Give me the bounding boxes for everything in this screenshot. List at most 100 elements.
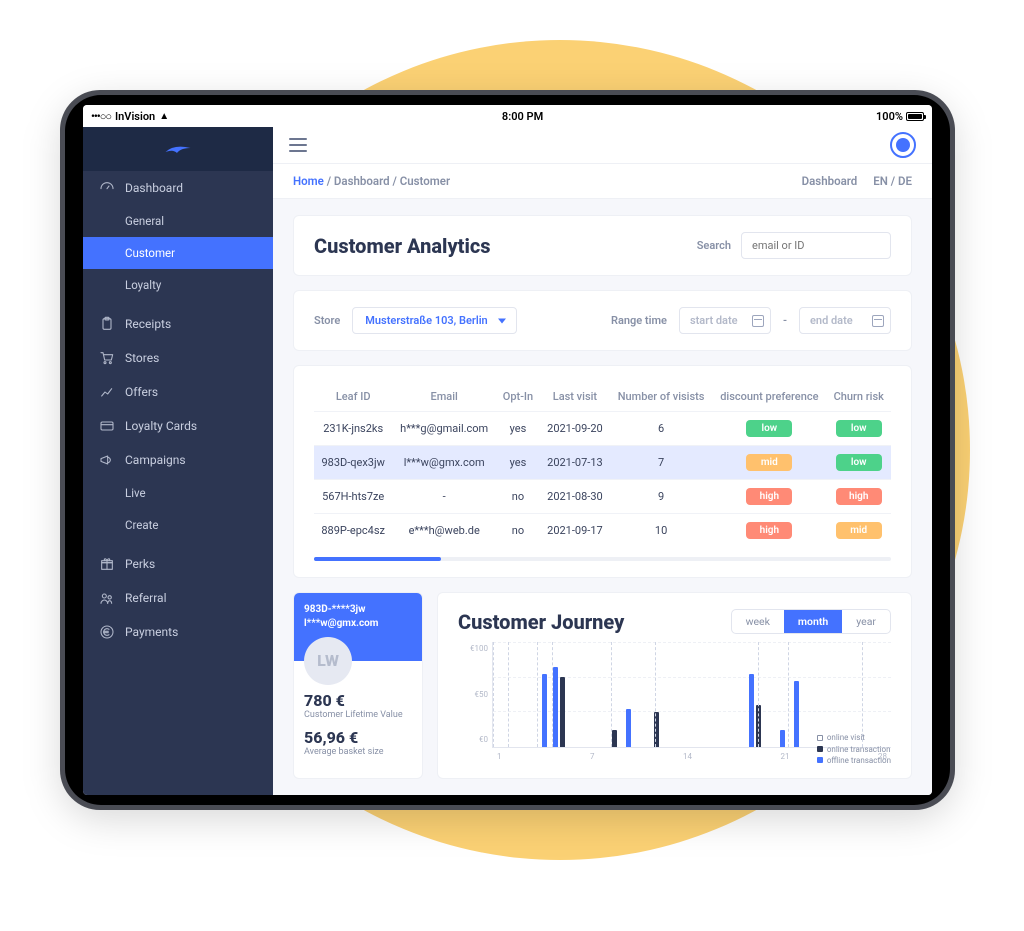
sidebar-item-loyalty-cards[interactable]: Loyalty Cards	[83, 409, 273, 443]
toggle-week[interactable]: week	[732, 610, 784, 633]
sidebar-item-customer[interactable]: Customer	[83, 237, 273, 269]
x-tick: 7	[590, 752, 595, 761]
chart-day	[861, 642, 873, 747]
table-row[interactable]: 983D-qex3jwl***w@gmx.comyes2021-07-137mi…	[314, 446, 891, 480]
menu-toggle-button[interactable]	[289, 138, 307, 152]
chart-day	[525, 642, 537, 747]
battery-label: 100%	[876, 110, 903, 123]
chart-day	[623, 642, 635, 747]
cell-last: 2021-09-20	[540, 412, 610, 446]
journey-chart: €100€50€0 17142128 online visit online	[458, 642, 891, 762]
chart-day	[735, 642, 747, 747]
discount-badge: high	[746, 488, 792, 505]
sidebar-item-label: Receipts	[125, 317, 171, 331]
clock-label: 8:00 PM	[502, 110, 543, 123]
filter-card: Store Musterstraße 103, Berlin Range tim…	[293, 290, 912, 351]
column-header[interactable]: Leaf ID	[314, 382, 392, 412]
discount-badge: high	[746, 522, 792, 539]
chart-day	[875, 642, 887, 747]
visit-marker	[862, 642, 863, 747]
device-statusbar: •••○○ InVision ▲ 8:00 PM 100%	[83, 105, 932, 127]
horizontal-scrollbar[interactable]	[314, 557, 891, 561]
chart-day	[819, 642, 831, 747]
table-row[interactable]: 567H-hts7ze-no2021-08-309highhigh	[314, 480, 891, 514]
sidebar-item-payments[interactable]: Payments	[83, 615, 273, 649]
sidebar: DashboardGeneralCustomerLoyalty Receipts S…	[83, 127, 273, 795]
y-tick: €100	[458, 644, 488, 653]
sidebar-item-live[interactable]: Live	[83, 477, 273, 509]
cell-optin: no	[496, 480, 540, 514]
cell-id: 231K-jns2ks	[314, 412, 392, 446]
sidebar-item-stores[interactable]: Stores	[83, 341, 273, 375]
column-header[interactable]: Churn risk	[826, 382, 891, 412]
breadcrumb-dashboard[interactable]: Dashboard	[334, 174, 390, 188]
page-title: Customer Analytics	[314, 234, 491, 258]
page-header-card: Customer Analytics Search	[293, 215, 912, 276]
users-icon	[99, 590, 115, 606]
bar-offline	[780, 730, 785, 747]
cell-visits: 9	[610, 480, 712, 514]
card-icon	[99, 418, 115, 434]
chart-day	[805, 642, 817, 747]
chart-day	[693, 642, 705, 747]
sidebar-item-general[interactable]: General	[83, 205, 273, 237]
cell-last: 2021-07-13	[540, 446, 610, 480]
sidebar-item-dashboard[interactable]: Dashboard	[83, 171, 273, 205]
range-dash: -	[783, 314, 787, 327]
column-header[interactable]: Last visit	[540, 382, 610, 412]
sidebar-item-label: Referral	[125, 591, 167, 605]
column-header[interactable]: Opt-In	[496, 382, 540, 412]
breadcrumb-customer[interactable]: Customer	[400, 174, 450, 188]
app-logo[interactable]	[83, 127, 273, 171]
range-label: Range time	[611, 314, 667, 327]
breadcrumb: Home / Dashboard / Customer Dashboard EN…	[273, 164, 932, 199]
clipboard-icon	[99, 316, 115, 332]
table-row[interactable]: 231K-jns2ksh***g@gmail.comyes2021-09-206…	[314, 412, 891, 446]
sidebar-item-receipts[interactable]: Receipts	[83, 307, 273, 341]
cell-visits: 10	[610, 514, 712, 548]
sidebar-item-label: Offers	[125, 385, 158, 399]
column-header[interactable]: Email	[392, 382, 496, 412]
cell-email: e***h@web.de	[392, 514, 496, 548]
sidebar-item-campaigns[interactable]: Campaigns	[83, 443, 273, 477]
churn-badge: low	[836, 454, 882, 471]
visit-marker	[552, 642, 553, 747]
table-header-row: Leaf IDEmailOpt-InLast visitNumber of vi…	[314, 382, 891, 412]
megaphone-icon	[99, 452, 115, 468]
y-tick: €50	[458, 690, 488, 699]
signal-dots-icon: •••○○	[91, 110, 111, 123]
end-date-input[interactable]: end date	[799, 307, 891, 334]
clv-label: Customer Lifetime Value	[304, 710, 412, 720]
toggle-month[interactable]: month	[784, 610, 842, 633]
lang-switch[interactable]: EN / DE	[873, 174, 912, 188]
cell-id: 983D-qex3jw	[314, 446, 392, 480]
churn-badge: high	[836, 488, 882, 505]
chart-day	[763, 642, 775, 747]
column-header[interactable]: discount preference	[712, 382, 826, 412]
sidebar-item-perks[interactable]: Perks	[83, 547, 273, 581]
sidebar-item-offers[interactable]: Offers	[83, 375, 273, 409]
column-header[interactable]: Number of visists	[610, 382, 712, 412]
start-date-input[interactable]: start date	[679, 307, 771, 334]
chart-day	[553, 642, 565, 747]
sidebar-item-referral[interactable]: Referral	[83, 581, 273, 615]
customer-summary-card: 983D-****3jw l***w@gmx.com LW 780 € Cust…	[293, 592, 423, 779]
visit-marker	[508, 642, 509, 747]
sidebar-item-create[interactable]: Create	[83, 509, 273, 541]
table-row[interactable]: 889P-epc4sze***h@web.deno2021-09-1710hig…	[314, 514, 891, 548]
breadcrumb-home[interactable]: Home	[293, 174, 324, 188]
journey-title: Customer Journey	[458, 610, 624, 634]
search-label: Search	[697, 239, 731, 252]
customer-table: Leaf IDEmailOpt-InLast visitNumber of vi…	[314, 382, 891, 547]
store-select[interactable]: Musterstraße 103, Berlin	[352, 307, 516, 334]
dashboard-link[interactable]: Dashboard	[802, 174, 858, 188]
sidebar-item-label: Loyalty Cards	[125, 419, 197, 433]
scrollbar-thumb[interactable]	[314, 557, 441, 561]
profile-button[interactable]	[890, 132, 916, 158]
bar-offline	[542, 674, 547, 748]
toggle-year[interactable]: year	[842, 610, 890, 633]
search-input[interactable]	[741, 232, 891, 259]
sidebar-item-loyalty[interactable]: Loyalty	[83, 269, 273, 301]
y-tick: €0	[458, 735, 488, 744]
x-tick: 1	[497, 752, 502, 761]
